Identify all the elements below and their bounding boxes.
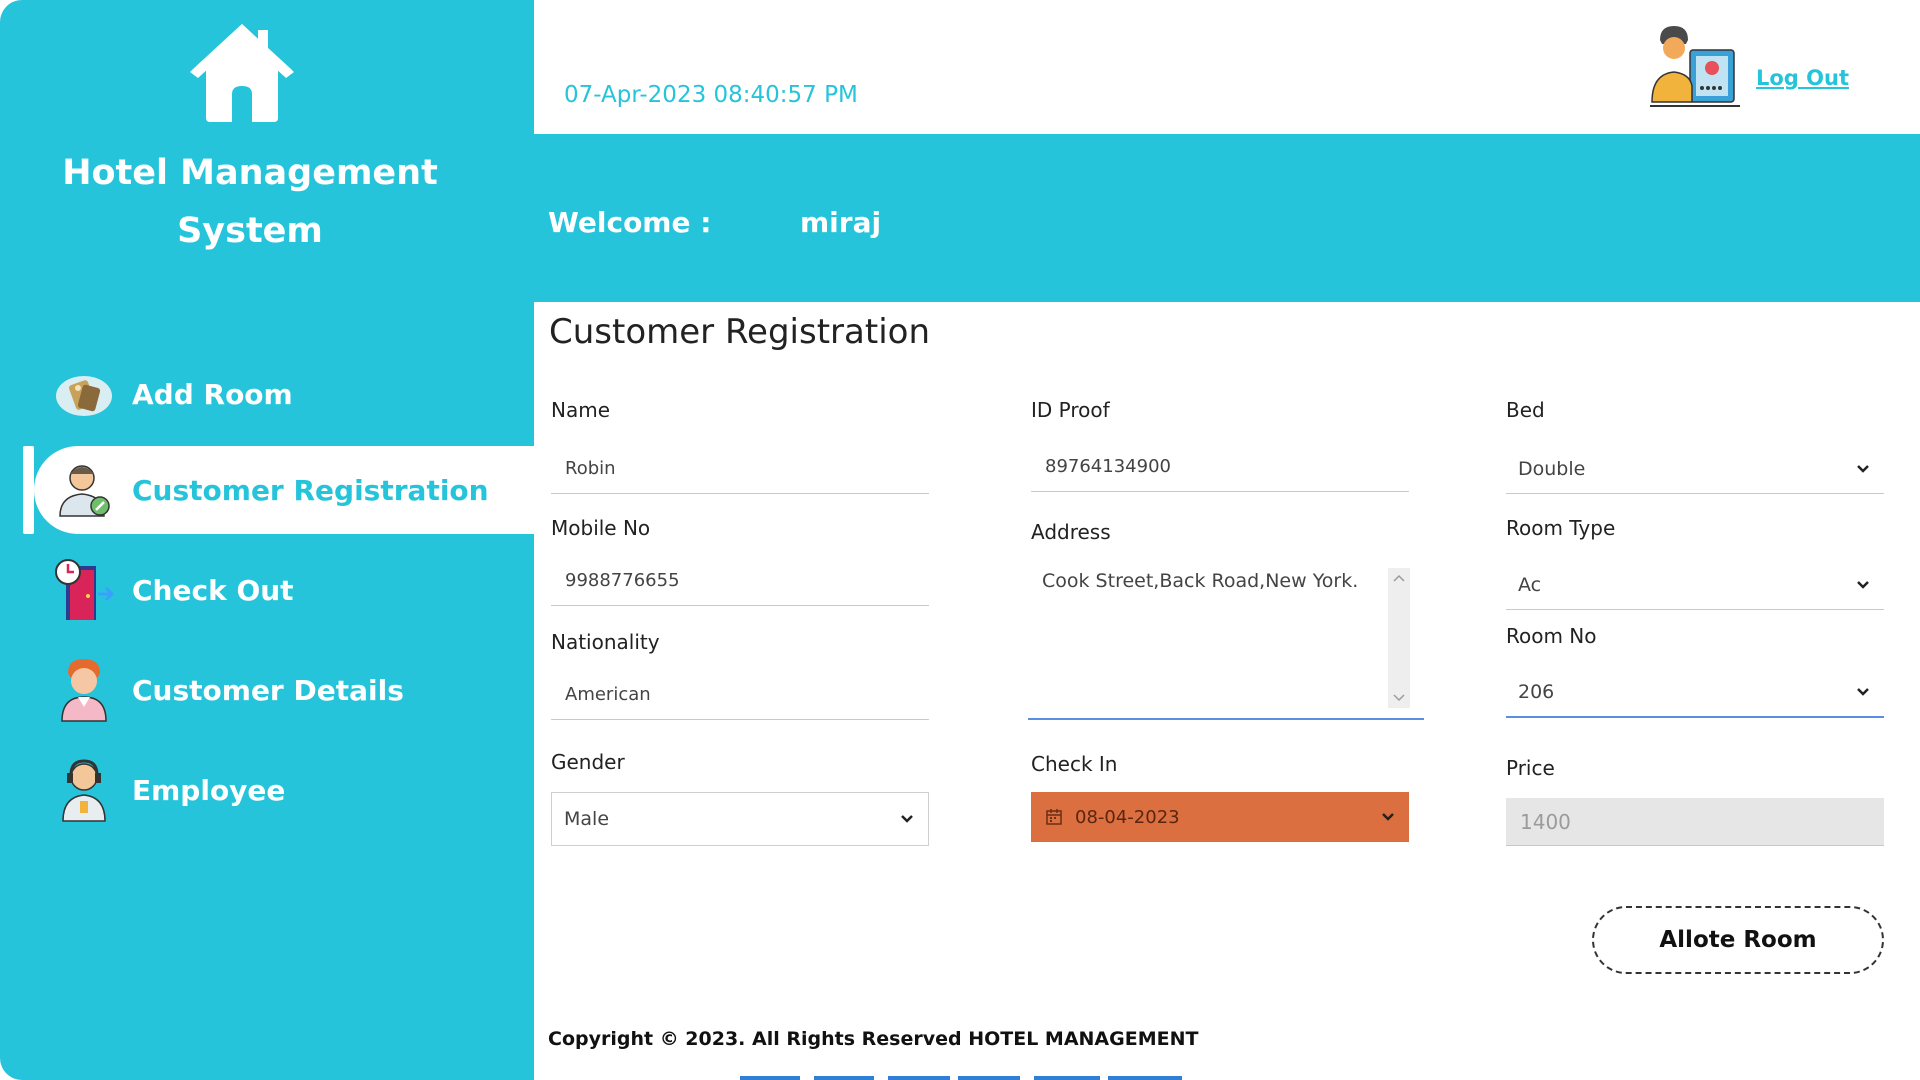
gender-value: Male	[564, 808, 610, 830]
customer-person-icon	[52, 658, 116, 722]
gender-label: Gender	[551, 750, 625, 774]
room-no-label: Room No	[1506, 624, 1597, 648]
address-scrollbar[interactable]	[1388, 568, 1410, 708]
welcome-username: miraj	[800, 206, 882, 239]
sidebar-item-label: Check Out	[132, 573, 294, 607]
copyright-text: Copyright © 2023. All Rights Reserved HO…	[548, 1028, 1199, 1050]
price-field: 1400	[1506, 798, 1884, 846]
nationality-label: Nationality	[551, 630, 660, 654]
registration-form: Customer Registration Name Mobile No Nat…	[534, 302, 1920, 1080]
sidebar-item-label: Add Room	[132, 377, 293, 411]
check-in-label: Check In	[1031, 752, 1118, 776]
sidebar: Hotel Management System Add Room Custome…	[0, 0, 534, 1080]
welcome-banner: Welcome : miraj	[534, 134, 1920, 302]
taskbar-segment	[888, 1076, 950, 1080]
price-label: Price	[1506, 756, 1555, 780]
sidebar-item-check-out[interactable]: Check Out	[34, 546, 534, 634]
sidebar-item-customer-registration[interactable]: Customer Registration	[34, 446, 534, 534]
room-no-select[interactable]: 206	[1506, 668, 1884, 718]
taskbar-segment	[740, 1076, 800, 1080]
chevron-down-icon	[1382, 813, 1394, 821]
sidebar-item-label: Customer Registration	[132, 473, 489, 507]
checkout-door-clock-icon	[52, 558, 116, 622]
gender-select[interactable]: Male	[551, 792, 929, 846]
mobile-input[interactable]	[551, 556, 929, 606]
name-input[interactable]	[551, 444, 929, 494]
sidebar-item-customer-details[interactable]: Customer Details	[34, 646, 534, 734]
employee-headset-icon	[52, 758, 116, 822]
active-indicator	[23, 446, 34, 534]
id-proof-label: ID Proof	[1031, 398, 1110, 422]
calendar-icon	[1046, 809, 1062, 825]
check-in-date-picker[interactable]: 08-04-2023	[1031, 792, 1409, 842]
sidebar-item-add-room[interactable]: Add Room	[34, 350, 534, 438]
chevron-down-icon[interactable]	[1393, 694, 1405, 702]
welcome-label: Welcome :	[548, 206, 712, 239]
room-type-select[interactable]: Ac	[1506, 560, 1884, 610]
name-label: Name	[551, 398, 611, 422]
chevron-down-icon	[1857, 580, 1869, 589]
room-type-value: Ac	[1518, 573, 1542, 596]
sidebar-item-label: Employee	[132, 773, 286, 807]
room-no-value: 206	[1518, 681, 1555, 703]
taskbar-segment	[958, 1076, 1020, 1080]
chevron-down-icon	[1857, 464, 1869, 473]
customer-register-icon	[52, 458, 116, 522]
allote-room-button[interactable]: Allote Room	[1592, 906, 1884, 974]
current-datetime: 07-Apr-2023 08:40:57 PM	[564, 82, 858, 108]
app-window: Hotel Management System Add Room Custome…	[0, 0, 1920, 1080]
chevron-up-icon[interactable]	[1393, 574, 1405, 582]
mobile-label: Mobile No	[551, 516, 651, 540]
bed-value: Double	[1518, 457, 1586, 480]
address-value: Cook Street,Back Road,New York.	[1042, 570, 1359, 592]
logout-link[interactable]: Log Out	[1756, 66, 1849, 90]
house-icon	[190, 24, 294, 122]
taskbar-segment	[1108, 1076, 1182, 1080]
user-profile-card-icon	[1650, 26, 1740, 107]
address-textarea[interactable]: Cook Street,Back Road,New York.	[1028, 560, 1424, 720]
check-in-value: 08-04-2023	[1075, 806, 1180, 828]
nationality-input[interactable]	[551, 670, 929, 720]
top-header: 07-Apr-2023 08:40:57 PM Log Out	[534, 0, 1920, 134]
bed-label: Bed	[1506, 398, 1545, 422]
chevron-down-icon	[901, 815, 913, 823]
address-label: Address	[1031, 520, 1111, 544]
bed-select[interactable]: Double	[1506, 444, 1884, 494]
page-title: Customer Registration	[549, 312, 930, 352]
sidebar-item-label: Customer Details	[132, 673, 404, 707]
room-type-label: Room Type	[1506, 516, 1616, 540]
chevron-down-icon	[1857, 688, 1869, 696]
sidebar-item-employee[interactable]: Employee	[34, 746, 534, 834]
app-title: Hotel Management System	[62, 153, 438, 251]
id-proof-input[interactable]	[1031, 442, 1409, 492]
taskbar-segment	[1034, 1076, 1100, 1080]
room-keys-icon	[52, 362, 116, 426]
taskbar-segment	[814, 1076, 874, 1080]
